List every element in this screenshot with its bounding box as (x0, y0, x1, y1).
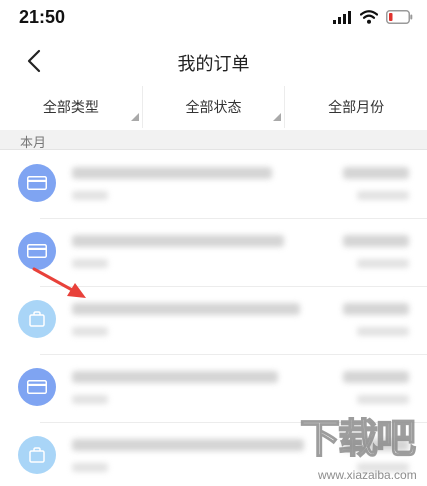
order-subtitle-redacted (72, 463, 108, 472)
dropdown-corner-icon (130, 113, 139, 121)
bag-icon (18, 436, 56, 474)
status-icons (333, 9, 413, 25)
filter-bar: 全部类型 全部状态 全部月份 (0, 86, 427, 128)
signal-icon (333, 10, 351, 24)
order-title-redacted (72, 439, 304, 451)
order-date-redacted (357, 259, 409, 268)
order-date-redacted (357, 395, 409, 404)
order-amount-redacted (343, 303, 409, 315)
status-time: 21:50 (19, 7, 66, 27)
order-item[interactable] (0, 151, 427, 219)
order-amount-redacted (343, 235, 409, 247)
bag-icon (18, 300, 56, 338)
watermark-domain: www.xiazaiba.com (318, 468, 417, 482)
nav-bar: 我的订单 (0, 34, 427, 86)
watermark: 下载吧 www.xiazaiba.com (296, 406, 424, 486)
filter-month-dropdown[interactable]: 全部月份 (284, 86, 427, 128)
order-date-redacted (357, 327, 409, 336)
order-subtitle-redacted (72, 395, 108, 404)
card-icon (18, 232, 56, 270)
filter-type-label: 全部类型 (42, 100, 99, 116)
order-date-redacted (357, 191, 409, 200)
card-icon (18, 368, 56, 406)
watermark-site-name: 下载吧 (299, 415, 417, 463)
page-title: 我的订单 (177, 54, 250, 75)
order-subtitle-redacted (72, 327, 108, 336)
battery-low-icon (386, 10, 413, 24)
order-amount-redacted (343, 371, 409, 383)
filter-status-label: 全部状态 (185, 100, 242, 116)
filter-type-dropdown[interactable]: 全部类型 (0, 86, 142, 128)
order-title-redacted (72, 167, 272, 179)
filter-month-label: 全部月份 (328, 100, 385, 116)
order-title-redacted (72, 303, 300, 315)
order-amount-redacted (343, 167, 409, 179)
filter-status-dropdown[interactable]: 全部状态 (141, 86, 285, 128)
month-label: 本月 (20, 136, 47, 151)
status-bar: 21:50 (0, 0, 427, 34)
order-title-redacted (72, 235, 284, 247)
red-arrow-annotation (32, 267, 86, 298)
order-title-redacted (72, 371, 278, 383)
order-subtitle-redacted (72, 191, 108, 200)
month-section-header: 本月 (0, 130, 427, 151)
wifi-icon (360, 10, 378, 24)
dropdown-corner-icon (273, 113, 282, 121)
card-icon (18, 164, 56, 202)
